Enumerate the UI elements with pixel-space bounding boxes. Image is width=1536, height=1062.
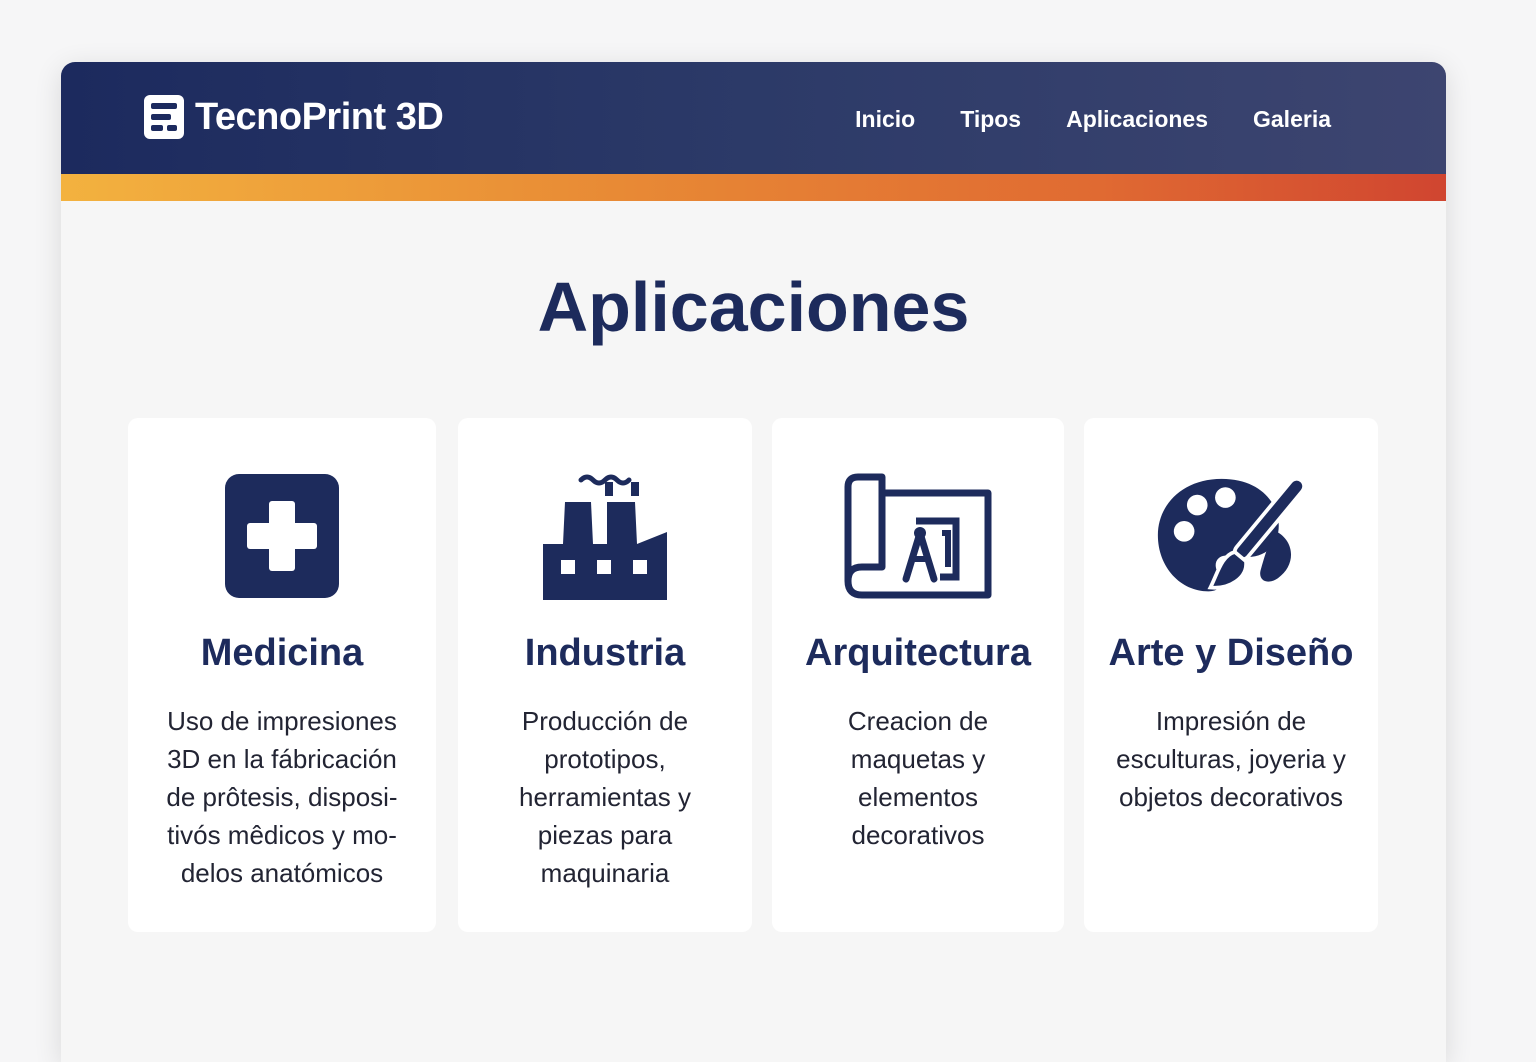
nav-item-tipos[interactable]: Tipos <box>960 106 1021 133</box>
brand-name: TecnoPrint 3D <box>195 95 444 138</box>
blueprint-compass-icon <box>843 470 993 602</box>
card-description: Impresión de esculturas, joyeria y objet… <box>1116 706 1346 812</box>
card-arquitectura: Arquitectura Creacion de maquetas y elem… <box>772 418 1064 932</box>
factory-icon <box>530 470 680 602</box>
nav-item-galeria[interactable]: Galeria <box>1253 106 1331 133</box>
card-title: Industria <box>524 632 686 674</box>
card-title: Arte y Diseño <box>1108 632 1354 674</box>
card-title: Medicina <box>200 632 364 674</box>
accent-bar <box>61 174 1446 201</box>
card-arte-diseno: Arte y Diseño Impresión de esculturas, j… <box>1084 418 1378 932</box>
brand[interactable]: TecnoPrint 3D <box>143 94 444 140</box>
card-title: Arquitectura <box>805 632 1031 674</box>
card-description: Creacion de maquetas y elementos decorat… <box>847 706 989 850</box>
main-nav: Inicio Tipos Aplicaciones Galeria <box>855 106 1331 133</box>
page-title: Aplicaciones <box>537 268 970 346</box>
browser-window: TecnoPrint 3D Inicio Tipos Aplicaciones … <box>61 62 1446 1062</box>
tecnoprint-logo-icon <box>144 95 184 139</box>
medical-cross-icon <box>207 470 357 602</box>
site-header: TecnoPrint 3D Inicio Tipos Aplicaciones … <box>61 62 1446 174</box>
nav-item-aplicaciones[interactable]: Aplicaciones <box>1066 106 1208 133</box>
nav-item-inicio[interactable]: Inicio <box>855 106 915 133</box>
card-description: Producción de prototipos, herramientas y… <box>519 706 691 888</box>
card-industria: Industria Producción de prototipos, herr… <box>458 418 752 932</box>
palette-brush-icon <box>1156 470 1306 602</box>
card-description: Uso de impresiones 3D en la fábricación … <box>166 706 398 888</box>
card-medicina: Medicina Uso de impresiones 3D en la fáb… <box>128 418 436 932</box>
